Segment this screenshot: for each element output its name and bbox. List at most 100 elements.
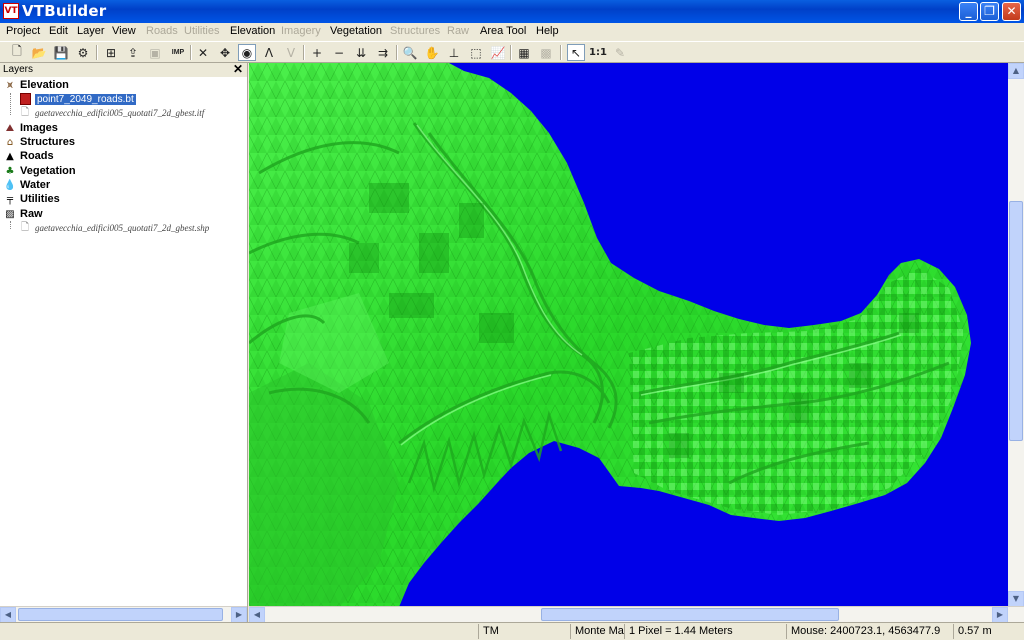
menu-raw[interactable]: Raw [447, 25, 469, 37]
scroll-thumb[interactable] [18, 608, 223, 621]
layer-group-water[interactable]: 💧 Water [4, 178, 50, 192]
shading-icon[interactable]: Λ [260, 44, 278, 61]
close-button[interactable]: ✕ [1002, 2, 1021, 21]
utility-pole-icon: ╤ [6, 193, 14, 205]
terrain-map [249, 63, 971, 607]
layer-group-label: Raw [20, 208, 43, 220]
menu-area-tool[interactable]: Area Tool [480, 25, 526, 37]
layer-group-roads[interactable]: ▲ Roads [4, 149, 54, 163]
layers-panel: Layers ✕ ⩙ Elevation point7_2049_roads.b… [0, 62, 248, 622]
menu-layer[interactable]: Layer [77, 25, 105, 37]
map-horizontal-scrollbar[interactable]: ◀ ▶ [249, 606, 1024, 623]
layer-group-vegetation[interactable]: ♣ Vegetation [4, 164, 76, 178]
scroll-left-icon[interactable]: ◀ [249, 607, 265, 623]
layer-group-images[interactable]: ⛰ Images [4, 121, 58, 135]
elevation-layer-icon [19, 93, 31, 105]
project-settings-icon[interactable]: ⚙ [74, 44, 92, 61]
layer-group-label: Images [20, 122, 58, 134]
layer-group-label: Utilities [20, 193, 60, 205]
layer-grid-icon[interactable]: ▦ [515, 44, 533, 61]
scale-1to1-button[interactable]: 1:1 [589, 44, 607, 61]
scroll-down-icon[interactable]: ▼ [1008, 591, 1024, 607]
layer-group-elevation[interactable]: ⩙ Elevation [4, 78, 69, 92]
zoom-in-icon[interactable]: + [308, 44, 326, 61]
menu-vegetation[interactable]: Vegetation [330, 25, 382, 37]
magnify-icon[interactable]: 🔍 [401, 44, 419, 61]
close-panel-icon[interactable]: ✕ [233, 62, 243, 76]
layer-group-utilities[interactable]: ╤ Utilities [4, 192, 60, 206]
layers-horizontal-scrollbar[interactable]: ◀ ▶ [0, 606, 247, 623]
new-project-icon[interactable]: 🗋 [8, 44, 26, 61]
scroll-thumb[interactable] [541, 608, 839, 621]
zoom-all-icon[interactable]: ⇉ [374, 44, 392, 61]
menu-elevation[interactable]: Elevation [230, 25, 275, 37]
delete-icon[interactable]: ✕ [194, 44, 212, 61]
file-icon: 🗋 [20, 106, 30, 118]
area-select-icon[interactable]: ⬚ [467, 44, 485, 61]
layer-item-label: gaetavecchia_edifici005_quotati7_2d_gbes… [35, 108, 205, 118]
menu-structures[interactable]: Structures [390, 25, 440, 37]
zoom-out-icon[interactable]: − [330, 44, 348, 61]
move-icon[interactable]: ✥ [216, 44, 234, 61]
menu-help[interactable]: Help [536, 25, 559, 37]
scroll-thumb[interactable] [1009, 201, 1023, 441]
layer-group-label: Water [20, 179, 51, 191]
save-layer-icon[interactable]: ▣ [146, 44, 164, 61]
status-datum: Monte Mar [570, 624, 625, 639]
minimize-button[interactable]: _ [959, 2, 978, 21]
contour-icon[interactable]: V [282, 44, 300, 61]
layers-panel-title: Layers [3, 64, 34, 75]
scroll-right-icon[interactable]: ▶ [231, 607, 247, 623]
layer-item-label: gaetavecchia_edifici005_quotati7_2d_gbes… [35, 223, 210, 233]
scroll-right-icon[interactable]: ▶ [992, 607, 1008, 623]
status-pixel-scale: 1 Pixel = 1.44 Meters [624, 624, 783, 639]
menu-project[interactable]: Project [6, 25, 40, 37]
layer-item-roads-bt[interactable]: point7_2049_roads.bt [19, 92, 136, 106]
window-title: VTBuilder [22, 2, 107, 20]
open-project-icon[interactable]: 📂 [30, 44, 48, 61]
layer-grid-2-icon[interactable]: ▩ [537, 44, 555, 61]
elevation-icon: ⩙ [7, 79, 13, 91]
profile-icon[interactable]: 📈 [489, 44, 507, 61]
status-elevation: 0.57 m [953, 624, 1020, 639]
roads-icon: ▲ [6, 150, 14, 162]
select-pointer-icon[interactable]: ↖ [567, 44, 585, 61]
menu-edit[interactable]: Edit [49, 25, 68, 37]
map-view[interactable] [249, 63, 1009, 607]
layer-group-label: Structures [20, 136, 76, 148]
import-icon[interactable]: IMP [168, 44, 188, 61]
layer-item-shp[interactable]: 🗋 gaetavecchia_edifici005_quotati7_2d_gb… [19, 221, 209, 235]
menu-view[interactable]: View [112, 25, 136, 37]
maximize-button[interactable]: ❐ [980, 2, 999, 21]
file-icon: 🗋 [20, 221, 30, 233]
raw-icon: ▨ [5, 208, 15, 220]
title-bar: VT VTBuilder _ ❐ ✕ [0, 0, 1024, 23]
visibility-eye-icon[interactable]: ◉ [238, 44, 256, 61]
layer-group-label: Roads [20, 150, 54, 162]
save-project-icon[interactable]: 💾 [52, 44, 70, 61]
status-projection: TM [478, 624, 569, 639]
pan-hand-icon[interactable]: ✋ [423, 44, 441, 61]
menu-imagery[interactable]: Imagery [281, 25, 321, 37]
menu-bar: Project Edit Layer View Roads Utilities … [0, 23, 1024, 41]
toolbar: 🗋 📂 💾 ⚙ ⊞ ⇪ ▣ IMP ✕ ✥ ◉ Λ V + − ⇊ ⇉ 🔍 ✋ … [0, 41, 1024, 63]
edit-pencil-icon[interactable]: ✎ [611, 44, 629, 61]
status-mouse-coords: Mouse: 2400723.1, 4563477.9 [786, 624, 951, 639]
layer-group-label: Vegetation [20, 165, 76, 177]
map-vertical-scrollbar[interactable]: ▲ ▼ [1008, 63, 1024, 607]
status-bar: TM Monte Mar 1 Pixel = 1.44 Meters Mouse… [0, 622, 1024, 640]
layer-item-itf[interactable]: 🗋 gaetavecchia_edifici005_quotati7_2d_gb… [19, 106, 204, 120]
distance-tool-icon[interactable]: ⊥ [445, 44, 463, 61]
zoom-layer-icon[interactable]: ⇊ [352, 44, 370, 61]
app-icon[interactable]: VT [3, 3, 19, 19]
open-layer-icon[interactable]: ⇪ [124, 44, 142, 61]
scroll-left-icon[interactable]: ◀ [0, 607, 16, 623]
layer-group-structures[interactable]: ⌂ Structures [4, 135, 75, 149]
layer-group-label: Elevation [20, 79, 69, 91]
scroll-up-icon[interactable]: ▲ [1008, 63, 1024, 79]
menu-utilities[interactable]: Utilities [184, 25, 219, 37]
structures-icon: ⌂ [6, 136, 14, 148]
images-icon: ⛰ [5, 122, 15, 134]
new-layer-icon[interactable]: ⊞ [102, 44, 120, 61]
menu-roads[interactable]: Roads [146, 25, 178, 37]
